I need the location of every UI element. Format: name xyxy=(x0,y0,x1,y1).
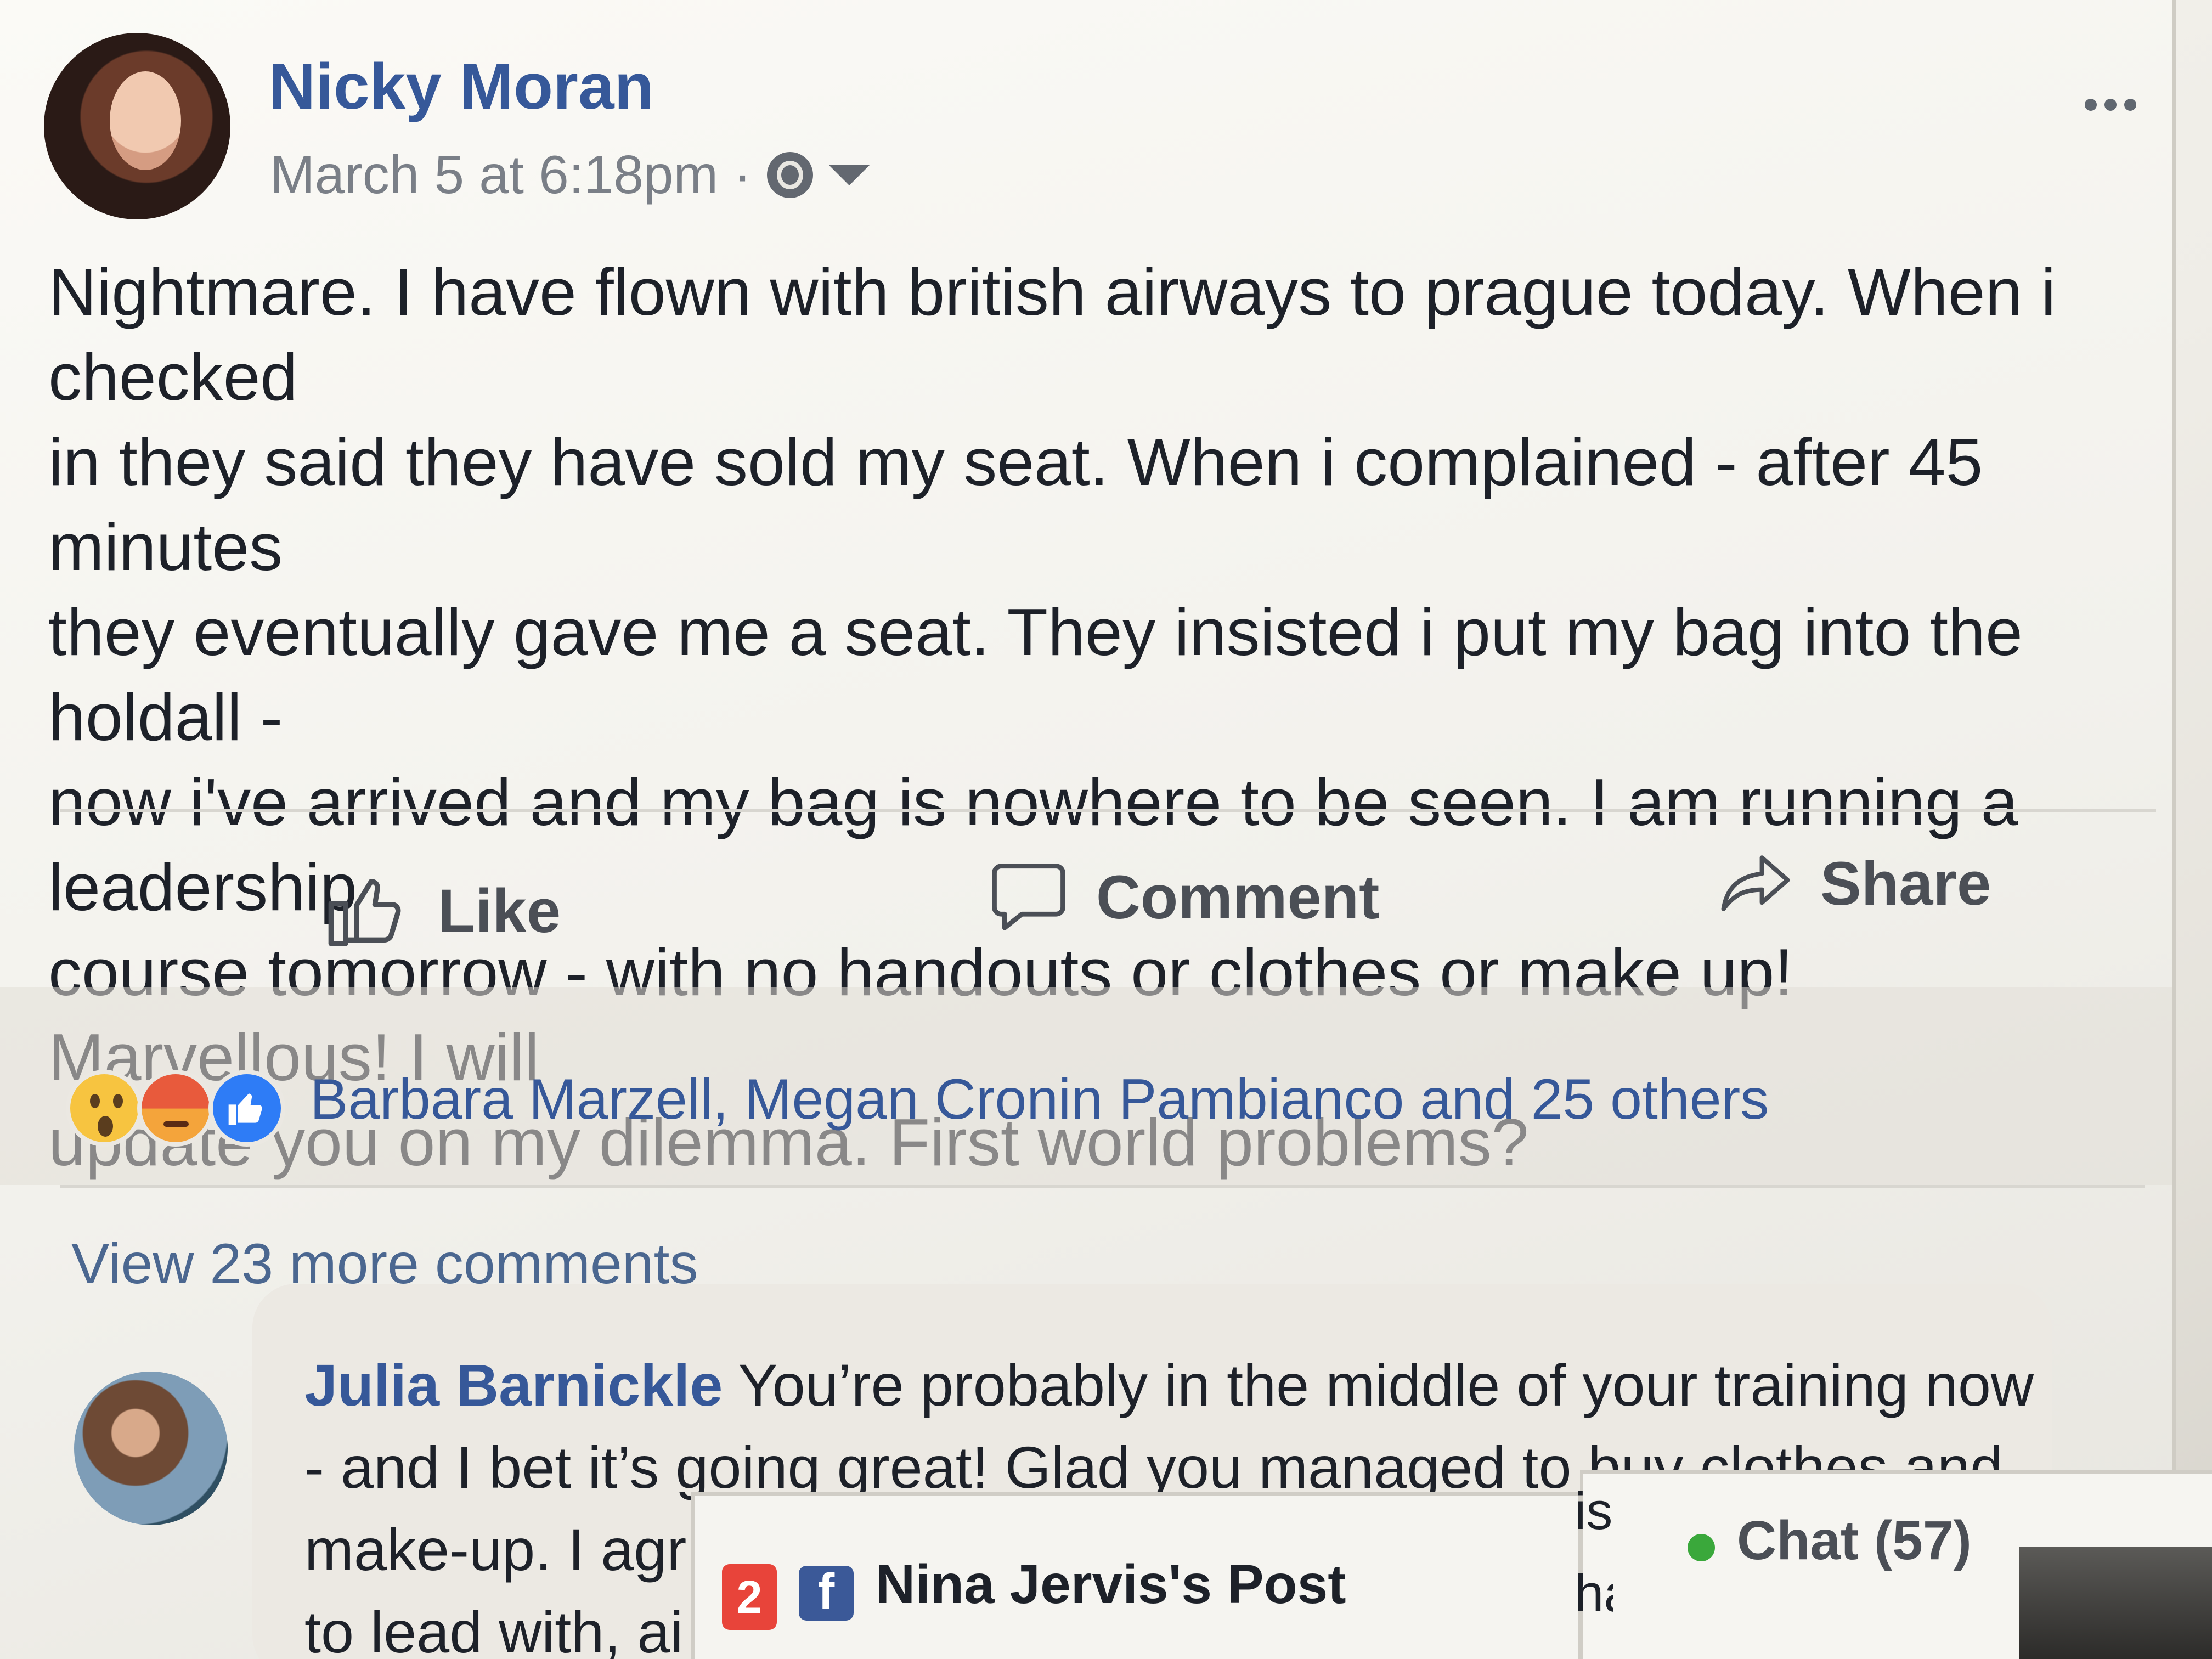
wow-mouth xyxy=(98,1116,113,1137)
divider xyxy=(60,809,2156,812)
obscured-text: is ha xyxy=(1575,1470,1613,1659)
audience-dropdown-icon[interactable] xyxy=(828,164,870,185)
post-tab-title: Nina Jervis's Post xyxy=(876,1554,1346,1615)
commenter-avatar[interactable] xyxy=(74,1372,228,1525)
author-avatar[interactable] xyxy=(44,33,230,219)
wow-icon xyxy=(66,1070,143,1147)
globe-icon xyxy=(766,151,813,198)
share-label: Share xyxy=(1820,849,1991,918)
speech-bubble-icon xyxy=(992,864,1065,930)
obscured-line: ha xyxy=(1575,1564,1613,1623)
commenter-name[interactable]: Julia Barnickle xyxy=(304,1352,723,1418)
ellipsis-dot xyxy=(2104,99,2117,111)
reactions-bar: Barbara Marzell, Megan Cronin Pambianco … xyxy=(0,988,2172,1185)
share-button[interactable]: Share xyxy=(1717,845,1991,922)
comment-button[interactable]: Comment xyxy=(988,856,1379,938)
post-card: Nicky Moran March 5 at 6:18pm · Nightmar… xyxy=(0,0,2176,1659)
comment-body-tail: to lead with, ai xyxy=(304,1599,684,1659)
ellipsis-icon[interactable] xyxy=(2085,99,2136,111)
notification-badge: 2 xyxy=(722,1564,777,1630)
online-status-dot xyxy=(1688,1534,1715,1561)
meta-separator: · xyxy=(733,144,752,205)
ellipsis-dot xyxy=(2124,99,2136,111)
ellipsis-dot xyxy=(2085,99,2097,111)
thumbs-up-icon xyxy=(328,879,401,946)
share-arrow-icon xyxy=(1721,855,1790,911)
facebook-icon: f xyxy=(799,1566,854,1621)
os-taskbar xyxy=(2019,1547,2212,1659)
reaction-summary[interactable]: Barbara Marzell, Megan Cronin Pambianco … xyxy=(310,1067,1769,1132)
angry-icon xyxy=(137,1070,214,1147)
obscured-line: is xyxy=(1575,1482,1613,1541)
divider xyxy=(60,1185,2145,1188)
like-button[interactable]: Like xyxy=(324,867,561,955)
author-name[interactable]: Nicky Moran xyxy=(269,49,654,124)
like-label: Like xyxy=(438,876,561,945)
screen: Nicky Moran March 5 at 6:18pm · Nightmar… xyxy=(0,0,2212,1659)
author-avatar-face xyxy=(110,71,181,170)
comment-label: Comment xyxy=(1096,862,1380,932)
like-thumb-glyph xyxy=(228,1093,262,1125)
like-icon xyxy=(208,1070,285,1147)
action-bar: Like Comment Share xyxy=(0,823,2172,977)
post-meta: March 5 at 6:18pm · xyxy=(270,144,870,206)
angry-mouth xyxy=(163,1121,189,1127)
post-chat-tab[interactable]: 2 f Nina Jervis's Post xyxy=(691,1492,1581,1659)
reaction-icons[interactable] xyxy=(66,1070,296,1152)
post-timestamp[interactable]: March 5 at 6:18pm xyxy=(270,144,718,206)
chat-label: Chat (57) xyxy=(1737,1510,1972,1571)
